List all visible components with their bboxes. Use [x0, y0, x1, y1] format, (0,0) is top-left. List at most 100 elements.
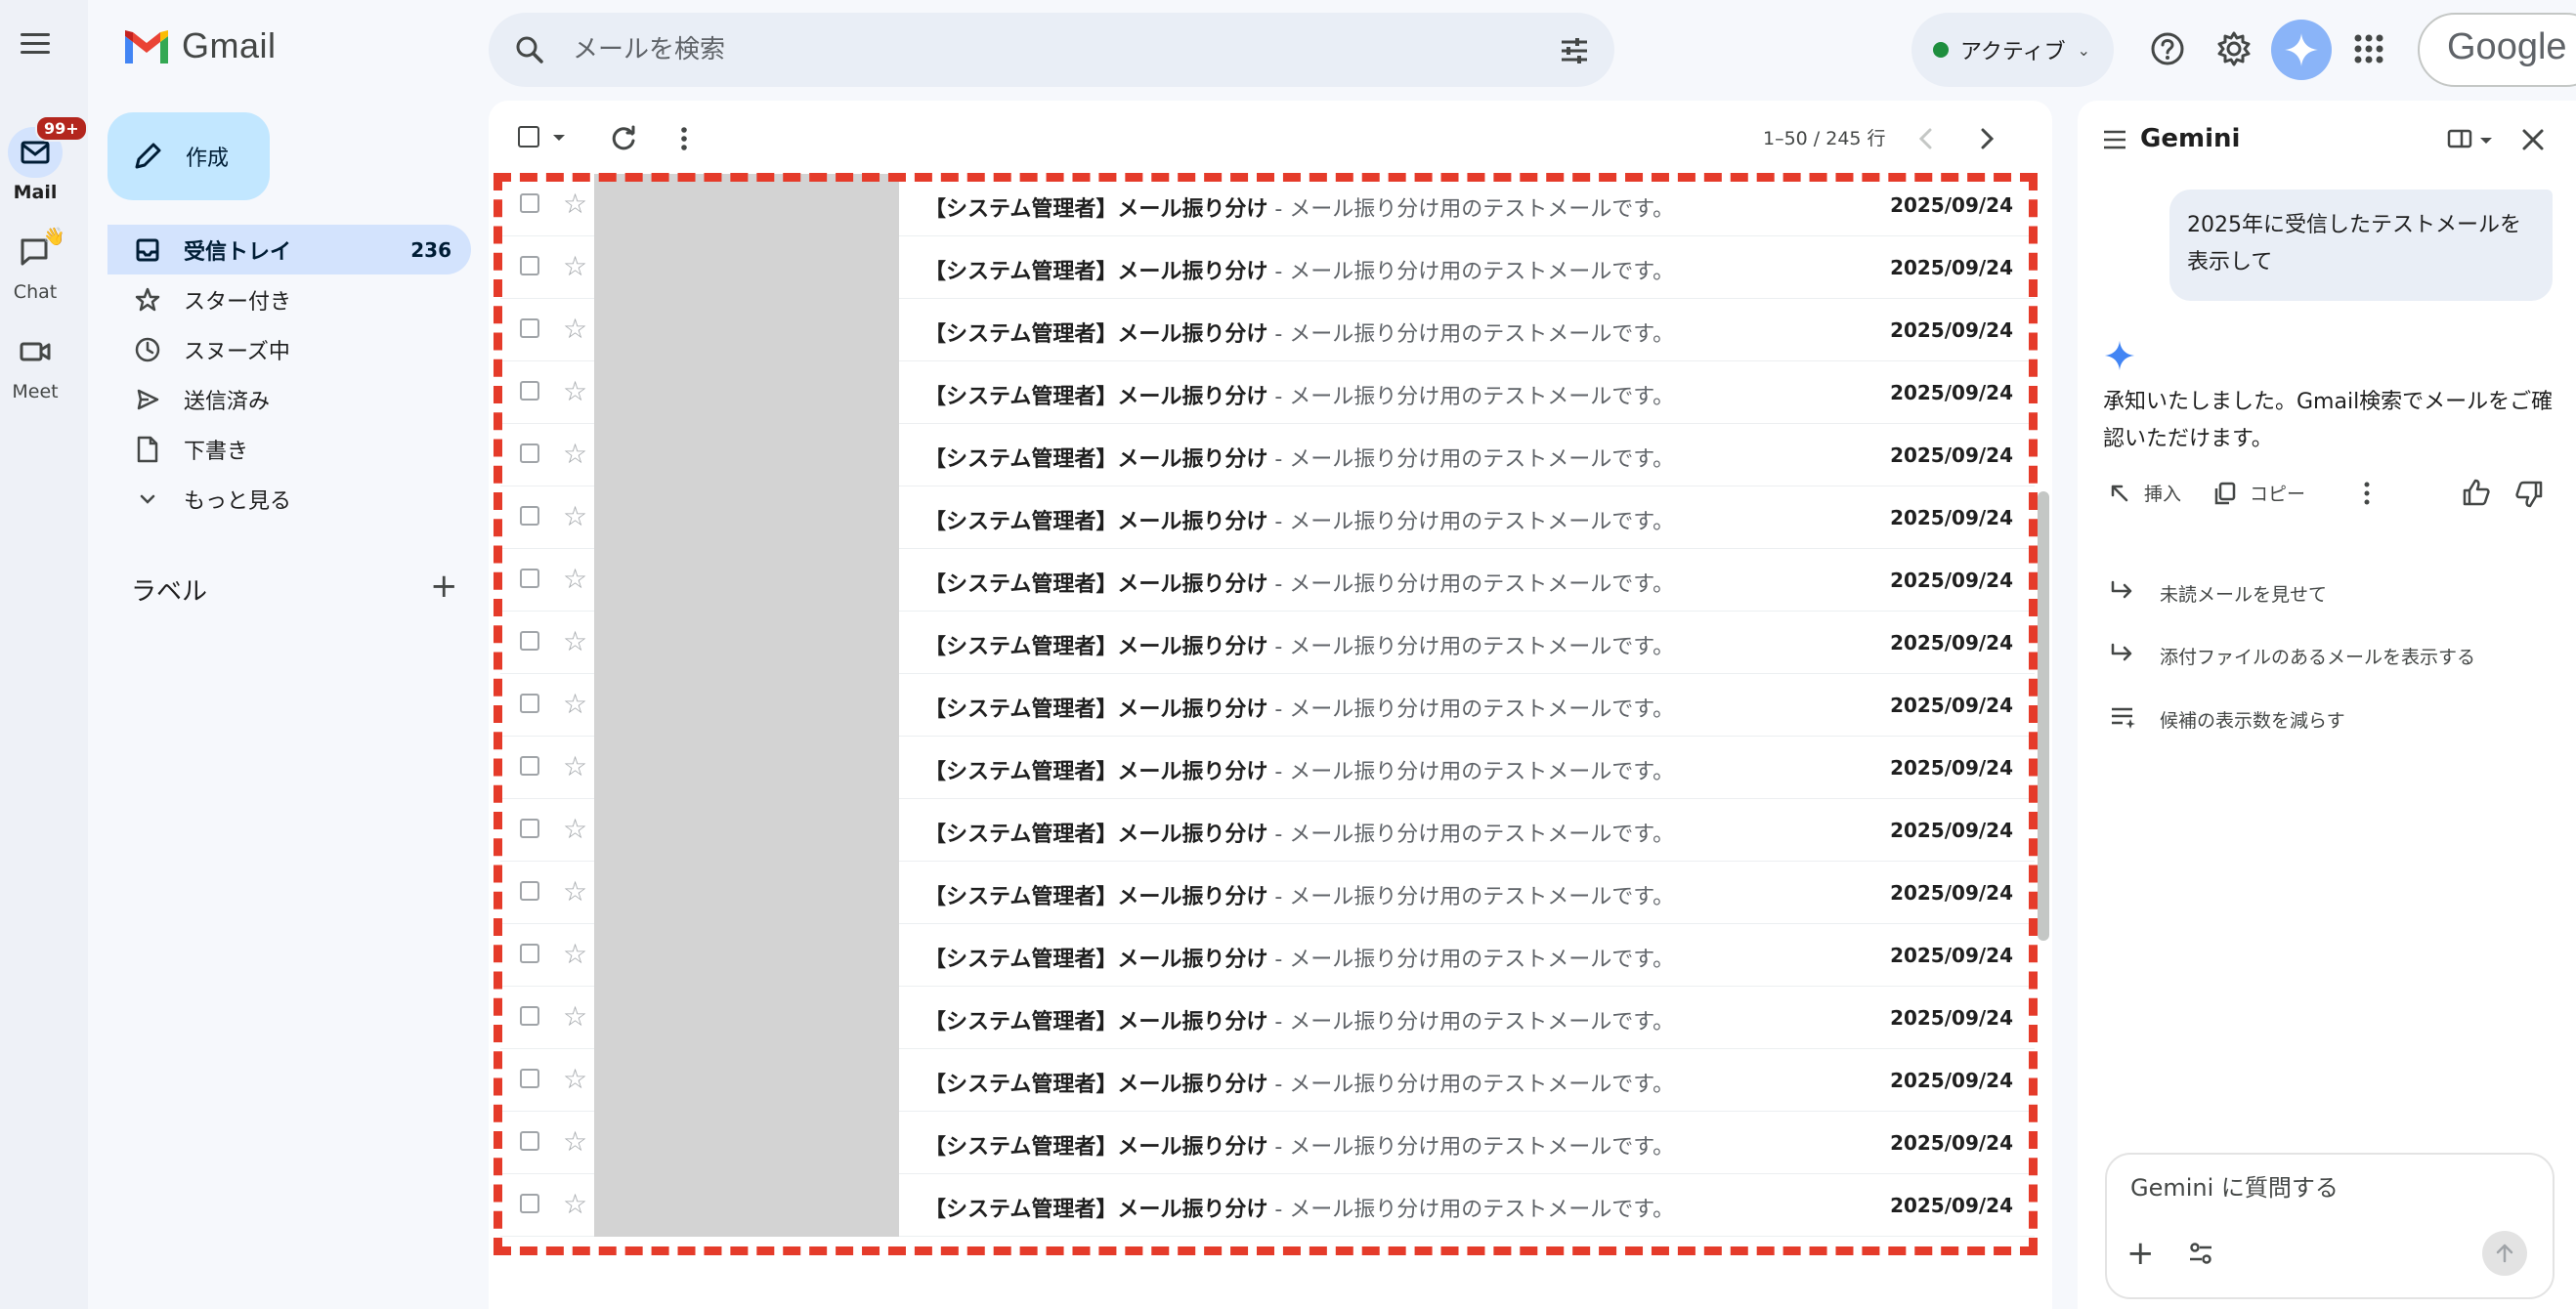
refresh-icon[interactable] [608, 122, 639, 153]
row-checkbox[interactable] [520, 506, 539, 526]
google-account-button[interactable]: Google [2418, 13, 2576, 87]
star-icon[interactable]: ☆ [563, 752, 587, 781]
select-all-checkbox[interactable] [518, 126, 539, 148]
star-icon[interactable]: ☆ [563, 627, 587, 656]
table-row[interactable]: ☆ 【システム管理者】メール振り分け - メール振り分け用のテストメールです。 20… [500, 737, 2035, 799]
star-icon[interactable]: ☆ [563, 565, 587, 594]
star-icon[interactable]: ☆ [563, 440, 587, 469]
send-prompt-button[interactable] [2482, 1231, 2527, 1276]
row-checkbox[interactable] [520, 193, 539, 213]
row-checkbox[interactable] [520, 944, 539, 963]
row-checkbox[interactable] [520, 631, 539, 651]
row-checkbox[interactable] [520, 1194, 539, 1213]
table-row[interactable]: ☆ 【システム管理者】メール振り分け - メール振り分け用のテストメールです。 20… [500, 1174, 2035, 1237]
settings-gear-icon[interactable] [2214, 29, 2254, 68]
table-row[interactable]: ☆ 【システム管理者】メール振り分け - メール振り分け用のテストメールです。 20… [500, 674, 2035, 737]
more-vertical-icon[interactable] [2357, 480, 2377, 507]
table-row[interactable]: ☆ 【システム管理者】メール振り分け - メール振り分け用のテストメールです。 20… [500, 799, 2035, 862]
mail-list-scrollbar[interactable] [2038, 491, 2049, 941]
table-row[interactable]: ☆ 【システム管理者】メール振り分け - メール振り分け用のテストメールです。 20… [500, 924, 2035, 987]
copy-button[interactable]: コピー [2212, 480, 2305, 506]
nav-item-sent[interactable]: 送信済み [107, 374, 471, 424]
star-icon[interactable]: ☆ [563, 190, 587, 219]
table-row[interactable]: ☆ 【システム管理者】メール振り分け - メール振り分け用のテストメールです。 20… [500, 486, 2035, 549]
insert-button[interactable]: 挿入 [2107, 480, 2181, 506]
row-checkbox[interactable] [520, 1131, 539, 1151]
search-bar[interactable] [489, 13, 1614, 87]
thumbs-down-icon[interactable] [2513, 480, 2545, 509]
gemini-toggle-button[interactable] [2271, 20, 2332, 80]
rail-item-mail[interactable]: 99+ Mail [0, 115, 88, 203]
apps-grid-icon[interactable] [2349, 29, 2388, 68]
close-icon[interactable] [2519, 126, 2547, 153]
add-label-plus-icon[interactable]: + [430, 570, 458, 603]
row-checkbox[interactable] [520, 756, 539, 776]
help-icon[interactable] [2148, 29, 2187, 68]
star-icon[interactable]: ☆ [563, 877, 587, 907]
star-icon[interactable]: ☆ [563, 815, 587, 844]
star-icon[interactable]: ☆ [563, 502, 587, 531]
row-checkbox[interactable] [520, 256, 539, 275]
row-checkbox[interactable] [520, 569, 539, 588]
row-checkbox[interactable] [520, 1006, 539, 1026]
table-row[interactable]: ☆ 【システム管理者】メール振り分け - メール振り分け用のテストメールです。 20… [500, 174, 2035, 236]
previous-page-chevron-icon[interactable] [1915, 126, 1937, 151]
search-input[interactable] [573, 30, 1452, 69]
panel-layout-icon[interactable] [2447, 128, 2472, 149]
table-row[interactable]: ☆ 【システム管理者】メール振り分け - メール振り分け用のテストメールです。 20… [500, 361, 2035, 424]
row-checkbox[interactable] [520, 318, 539, 338]
row-checkbox[interactable] [520, 819, 539, 838]
nav-item-starred[interactable]: スター付き [107, 274, 471, 324]
table-row[interactable]: ☆ 【システム管理者】メール振り分け - メール振り分け用のテストメールです。 20… [500, 549, 2035, 612]
suggestion-unread[interactable]: 未読メールを見せて [2109, 579, 2327, 608]
app-rail: 99+ Mail 👋 Chat Meet [0, 0, 88, 1309]
nav-item-more[interactable]: もっと見る [107, 474, 471, 524]
panel-layout-caret-icon[interactable] [2478, 136, 2494, 146]
email-snippet: - メール振り分け用のテストメールです。 [1267, 760, 1675, 784]
table-row[interactable]: ☆ 【システム管理者】メール振り分け - メール振り分け用のテストメールです。 20… [500, 862, 2035, 924]
table-row[interactable]: ☆ 【システム管理者】メール振り分け - メール振り分け用のテストメールです。 20… [500, 299, 2035, 361]
row-checkbox[interactable] [520, 1069, 539, 1088]
star-icon[interactable]: ☆ [563, 1002, 587, 1032]
row-checkbox[interactable] [520, 381, 539, 401]
gemini-prompt-box[interactable]: + [2105, 1153, 2555, 1299]
star-icon[interactable]: ☆ [563, 690, 587, 719]
next-page-chevron-icon[interactable] [1976, 126, 1997, 151]
rail-item-meet[interactable]: Meet [0, 326, 70, 402]
table-row[interactable]: ☆ 【システム管理者】メール振り分け - メール振り分け用のテストメールです。 20… [500, 236, 2035, 299]
table-row[interactable]: ☆ 【システム管理者】メール振り分け - メール振り分け用のテストメールです。 20… [500, 612, 2035, 674]
rail-item-chat[interactable]: 👋 Chat [0, 227, 70, 303]
row-checkbox[interactable] [520, 881, 539, 901]
gemini-prompt-input[interactable] [2130, 1174, 2521, 1202]
nav-item-snoozed[interactable]: スヌーズ中 [107, 324, 471, 374]
table-row[interactable]: ☆ 【システム管理者】メール振り分け - メール振り分け用のテストメールです。 20… [500, 1112, 2035, 1174]
star-icon[interactable]: ☆ [563, 1190, 587, 1219]
select-dropdown-caret-icon[interactable] [551, 132, 567, 144]
star-icon[interactable]: ☆ [563, 940, 587, 969]
star-icon[interactable]: ☆ [563, 315, 587, 344]
gemini-menu-icon[interactable] [2101, 128, 2128, 151]
add-plus-icon[interactable]: + [2126, 1237, 2155, 1270]
search-icon[interactable] [512, 32, 547, 67]
row-checkbox[interactable] [520, 694, 539, 713]
suggestion-attachments[interactable]: 添付ファイルのあるメールを表示する [2109, 642, 2475, 670]
tune-options-icon[interactable] [2187, 1241, 2214, 1266]
compose-button[interactable]: 作成 [107, 112, 270, 200]
nav-item-inbox[interactable]: 受信トレイ 236 [107, 225, 471, 274]
star-icon[interactable]: ☆ [563, 1127, 587, 1157]
star-icon[interactable]: ☆ [563, 1065, 587, 1094]
table-row[interactable]: ☆ 【システム管理者】メール振り分け - メール振り分け用のテストメールです。 20… [500, 1049, 2035, 1112]
thumbs-up-icon[interactable] [2461, 478, 2492, 507]
star-icon[interactable]: ☆ [563, 252, 587, 281]
table-row[interactable]: ☆ 【システム管理者】メール振り分け - メール振り分け用のテストメールです。 20… [500, 424, 2035, 486]
more-vertical-icon[interactable] [674, 124, 694, 153]
star-icon[interactable]: ☆ [563, 377, 587, 406]
row-checkbox[interactable] [520, 443, 539, 463]
table-row[interactable]: ☆ 【システム管理者】メール振り分け - メール振り分け用のテストメールです。 20… [500, 987, 2035, 1049]
main-menu-icon[interactable] [16, 27, 55, 66]
suggestion-fewer[interactable]: 候補の表示数を減らす [2109, 704, 2345, 735]
status-selector[interactable]: アクティブ ⌄ [1911, 13, 2114, 87]
search-options-icon[interactable] [1558, 34, 1591, 67]
nav-item-drafts[interactable]: 下書き [107, 424, 471, 474]
gmail-logo[interactable]: Gmail [121, 25, 277, 66]
